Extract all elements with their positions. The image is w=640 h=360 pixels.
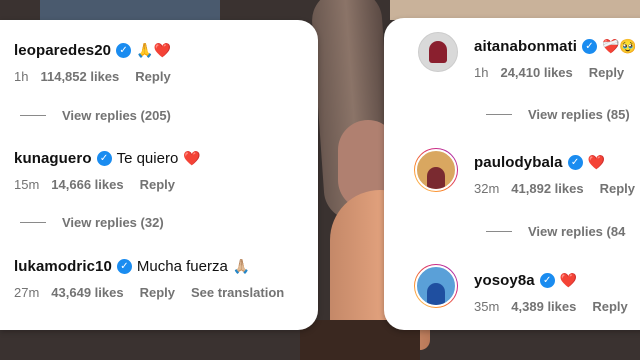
avatar-person-icon <box>427 283 445 305</box>
comment-item: yosoy8a ✓ ❤️ 35m 4,389 likes Reply <box>474 272 640 314</box>
comment-emoji: 🙏🏼 <box>232 258 251 274</box>
view-replies-button[interactable]: View replies (85) <box>486 107 630 122</box>
comment-likes[interactable]: 114,852 likes <box>40 69 119 84</box>
comment-item: lukamodric10 ✓ Mucha fuerza 🙏🏼 27m 43,64… <box>14 258 284 300</box>
comment-emoji: ❤️ <box>559 272 578 288</box>
avatar[interactable] <box>414 264 458 308</box>
verified-badge-icon: ✓ <box>581 39 597 54</box>
comment-emoji: ❤️ <box>183 150 201 166</box>
comment-likes[interactable]: 14,666 likes <box>51 177 123 192</box>
comment-username[interactable]: yosoy8a <box>474 272 535 289</box>
comment-username[interactable]: aitanabonmati <box>474 38 577 55</box>
comment-item: paulodybala ✓ ❤️ 32m 41,892 likes Reply <box>474 154 640 196</box>
comment-item: kunaguero ✓ Te quiero ❤️ 15m 14,666 like… <box>14 150 201 192</box>
view-replies-button[interactable]: View replies (32) <box>20 215 164 230</box>
comment-username[interactable]: leoparedes20 <box>14 42 111 59</box>
verified-badge-icon: ✓ <box>567 155 583 170</box>
comment-time: 15m <box>14 177 40 192</box>
view-replies-divider <box>486 231 512 232</box>
reply-button[interactable]: Reply <box>135 69 170 84</box>
avatar[interactable] <box>414 148 458 192</box>
verified-badge-icon: ✓ <box>96 151 112 166</box>
comment-likes[interactable]: 24,410 likes <box>500 65 572 80</box>
see-translation-button[interactable]: See translation <box>191 285 284 300</box>
view-replies-label: View replies (205) <box>62 108 171 123</box>
view-replies-label: View replies (84 <box>528 224 626 239</box>
comments-card-left: leoparedes20 ✓ 🙏❤️ 1h 114,852 likes Repl… <box>0 20 318 330</box>
avatar-person-icon <box>427 167 445 189</box>
reply-button[interactable]: Reply <box>600 181 635 196</box>
comment-likes[interactable]: 43,649 likes <box>51 285 123 300</box>
reply-button[interactable]: Reply <box>592 299 627 314</box>
comment-username[interactable]: lukamodric10 <box>14 258 112 275</box>
comment-time: 27m <box>14 285 40 300</box>
reply-button[interactable]: Reply <box>589 65 624 80</box>
comment-username[interactable]: paulodybala <box>474 154 563 171</box>
comment-text: Te quiero <box>116 150 179 167</box>
view-replies-label: View replies (32) <box>62 215 164 230</box>
comment-emoji: 🙏❤️ <box>136 42 171 58</box>
verified-badge-icon: ✓ <box>116 259 132 274</box>
comment-likes[interactable]: 41,892 likes <box>511 181 583 196</box>
view-replies-divider <box>20 115 46 116</box>
view-replies-button[interactable]: View replies (84 <box>486 224 625 239</box>
comment-item: leoparedes20 ✓ 🙏❤️ 1h 114,852 likes Repl… <box>14 42 187 84</box>
reply-button[interactable]: Reply <box>140 285 175 300</box>
view-replies-divider <box>20 222 46 223</box>
view-replies-button[interactable]: View replies (205) <box>20 108 171 123</box>
comments-card-right: aitanabonmati ✓ ❤️‍🩹🥹 1h 24,410 likes Re… <box>384 18 640 330</box>
comment-time: 1h <box>474 65 489 80</box>
comment-username[interactable]: kunaguero <box>14 150 92 167</box>
reply-button[interactable]: Reply <box>140 177 175 192</box>
comment-time: 1h <box>14 69 29 84</box>
verified-badge-icon: ✓ <box>539 273 555 288</box>
comment-emoji: ❤️ <box>587 154 606 170</box>
view-replies-label: View replies (85) <box>528 107 630 122</box>
verified-badge-icon: ✓ <box>116 43 132 58</box>
view-replies-divider <box>486 114 512 115</box>
avatar-person-icon <box>429 41 447 63</box>
background-top-right <box>390 0 640 20</box>
comment-emoji: ❤️‍🩹🥹 <box>601 38 637 54</box>
comment-likes[interactable]: 4,389 likes <box>511 299 576 314</box>
comment-time: 35m <box>474 299 500 314</box>
comment-time: 32m <box>474 181 500 196</box>
comment-text: Mucha fuerza <box>136 258 228 275</box>
comment-item: aitanabonmati ✓ ❤️‍🩹🥹 1h 24,410 likes Re… <box>474 38 640 80</box>
avatar[interactable] <box>418 32 458 72</box>
